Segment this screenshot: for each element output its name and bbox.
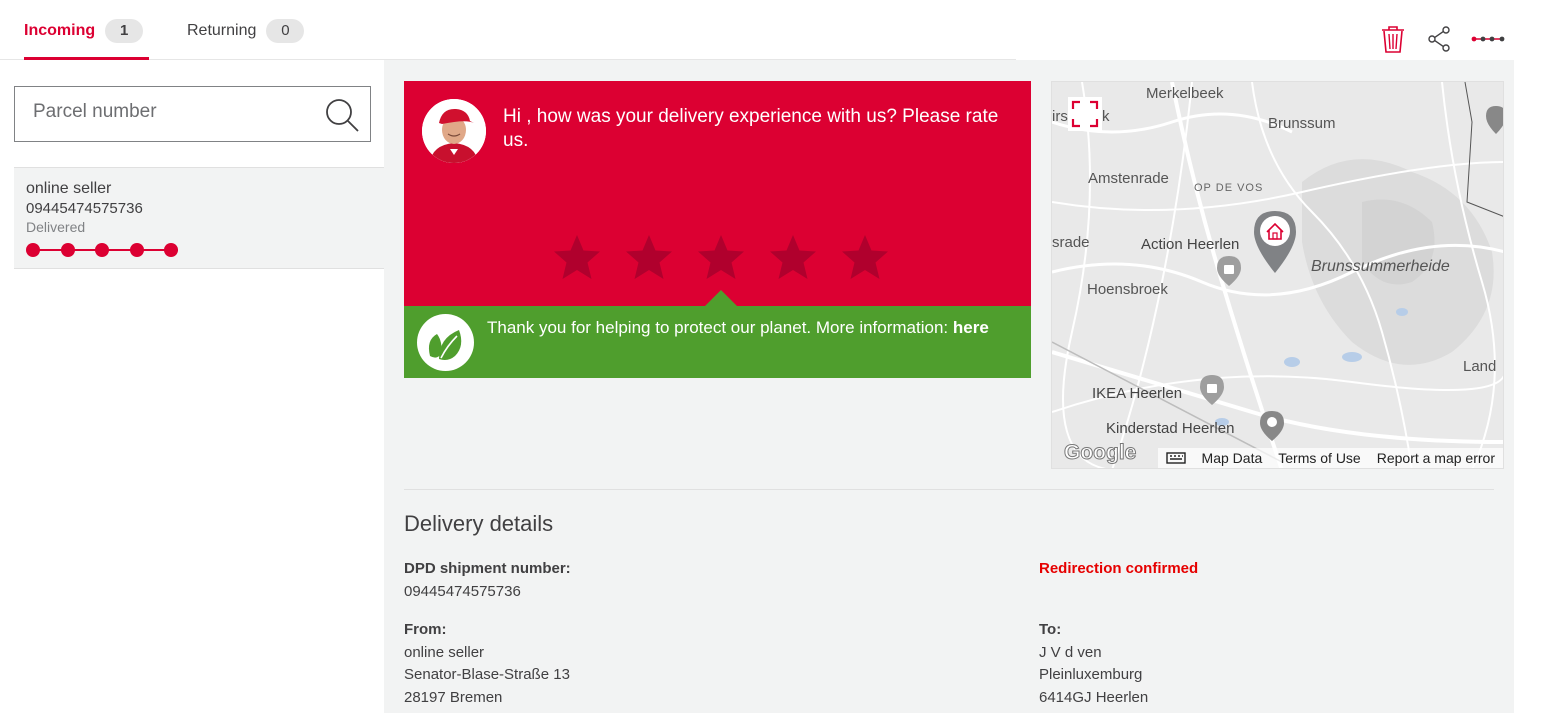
parcel-seller: online seller (26, 180, 112, 197)
top-actions (1379, 24, 1505, 54)
map-label-action-heerlen: Action Heerlen (1141, 236, 1240, 253)
google-logo: Google (1063, 441, 1137, 465)
map-data-link[interactable]: Map Data (1202, 450, 1263, 466)
map-label-srade: srade (1052, 234, 1090, 251)
shipment-number-value: 09445474575736 (404, 582, 521, 600)
shipment-number-label: DPD shipment number: (404, 560, 571, 577)
to-city: 6414GJ Heerlen (1039, 688, 1149, 706)
star-icon[interactable] (696, 233, 746, 283)
map-label-amstenrade: Amstenrade (1088, 170, 1169, 187)
to-street: Pleinluxemburg (1039, 666, 1143, 683)
parcel-number-input[interactable] (33, 101, 313, 123)
map-label-land: Land (1463, 358, 1497, 375)
eco-banner: Thank you for helping to protect our pla… (404, 306, 1031, 378)
delivery-details-title: Delivery details (404, 511, 554, 536)
map-label-kinderstad-heerlen: Kinderstad Heerlen (1106, 420, 1235, 437)
shopping-pin-icon (1200, 375, 1224, 405)
leaf-badge (417, 314, 474, 371)
eco-message: Thank you for helping to protect our pla… (487, 313, 1007, 343)
eco-more-info-link[interactable]: here (953, 318, 989, 337)
map-label-merkelbeek: Merkelbeek (1146, 85, 1224, 102)
delete-button[interactable] (1379, 24, 1407, 54)
card-notch (704, 290, 738, 307)
to-address: To: J V d ven Pleinluxemburg 6414GJ Heer… (1039, 619, 1148, 709)
rating-question: Hi , how was your delivery experience wi… (503, 106, 999, 151)
from-city: 28197 Bremen (404, 688, 503, 706)
map-fullscreen-button[interactable] (1068, 97, 1102, 131)
map-label-opdevos: OP DE VOS (1194, 182, 1264, 194)
to-label: To: (1039, 621, 1062, 638)
parcel-detail-panel: Hi , how was your delivery experience wi… (384, 60, 1514, 713)
map-label-hoensbroek: Hoensbroek (1087, 281, 1168, 298)
map-report-link[interactable]: Report a map error (1377, 450, 1495, 466)
tab-returning[interactable]: Returning 0 (187, 19, 317, 60)
star-icon[interactable] (552, 233, 602, 283)
map-label-brunssum: Brunssum (1268, 115, 1336, 132)
shopping-pin-icon (1217, 256, 1241, 286)
progress-step-dot (164, 243, 178, 257)
rating-card: Hi , how was your delivery experience wi… (404, 81, 1031, 307)
parcel-status: Delivered (26, 219, 86, 235)
map-label-ikea-heerlen: IKEA Heerlen (1092, 385, 1183, 402)
tab-incoming[interactable]: Incoming 1 (24, 19, 149, 60)
progress-step-dot (129, 243, 144, 257)
parcel-list-item[interactable]: online seller 09445474575736 Delivered (14, 167, 384, 269)
star-icon[interactable] (768, 233, 818, 283)
destination-home-pin-icon[interactable] (1252, 209, 1298, 275)
from-street: Senator-Blase-Straße 13 (404, 666, 570, 683)
redirection-status: Redirection confirmed (1039, 560, 1199, 577)
park-pin-icon (1260, 411, 1284, 441)
map-footer: Map Data Terms of Use Report a map error (1157, 448, 1503, 468)
keyboard-icon[interactable] (1165, 452, 1186, 464)
tab-incoming-label: Incoming (24, 22, 96, 39)
star-icon[interactable] (840, 233, 890, 283)
share-icon (1428, 26, 1450, 52)
star-icon[interactable] (624, 233, 674, 283)
leaf-icon (428, 330, 462, 360)
from-label: From: (404, 621, 447, 638)
driver-avatar (422, 99, 486, 163)
share-button[interactable] (1425, 24, 1453, 54)
shipment-number-field: DPD shipment number: 09445474575736 (404, 558, 571, 603)
more-button[interactable] (1471, 24, 1505, 54)
search-icon[interactable] (324, 97, 360, 133)
progress-step-dot (60, 243, 75, 257)
poi-pin-icon (1486, 106, 1503, 134)
rating-stars (552, 233, 890, 283)
map-label-irs: irs (1052, 108, 1068, 125)
from-address: From: online seller Senator-Blase-Straße… (404, 619, 570, 709)
parcel-number: 09445474575736 (26, 200, 143, 217)
map-label-brunssummerheide: Brunssummerheide (1311, 258, 1450, 275)
tab-returning-count: 0 (266, 19, 305, 43)
parcel-search (14, 86, 371, 142)
parcel-progress (26, 243, 182, 257)
progress-step-dot (95, 243, 109, 257)
progress-step-dot (26, 243, 40, 257)
trash-icon (1382, 26, 1404, 53)
parcel-tabs: Incoming 1 Returning 0 (0, 0, 1016, 60)
map-label-k: k (1102, 108, 1110, 125)
driver-photo (422, 99, 486, 163)
tab-returning-label: Returning (187, 22, 257, 39)
section-divider (404, 489, 1494, 490)
to-name: J V d ven (1039, 643, 1102, 661)
map-terms-link[interactable]: Terms of Use (1278, 450, 1360, 466)
from-name: online seller (404, 643, 485, 661)
more-icon (1471, 36, 1505, 42)
tab-incoming-count: 1 (105, 19, 144, 43)
delivery-map[interactable]: Merkelbeek irs k Brunssum Amstenrade OP … (1051, 81, 1504, 469)
eco-text: Thank you for helping to protect our pla… (487, 318, 949, 337)
fullscreen-icon (1071, 100, 1099, 128)
